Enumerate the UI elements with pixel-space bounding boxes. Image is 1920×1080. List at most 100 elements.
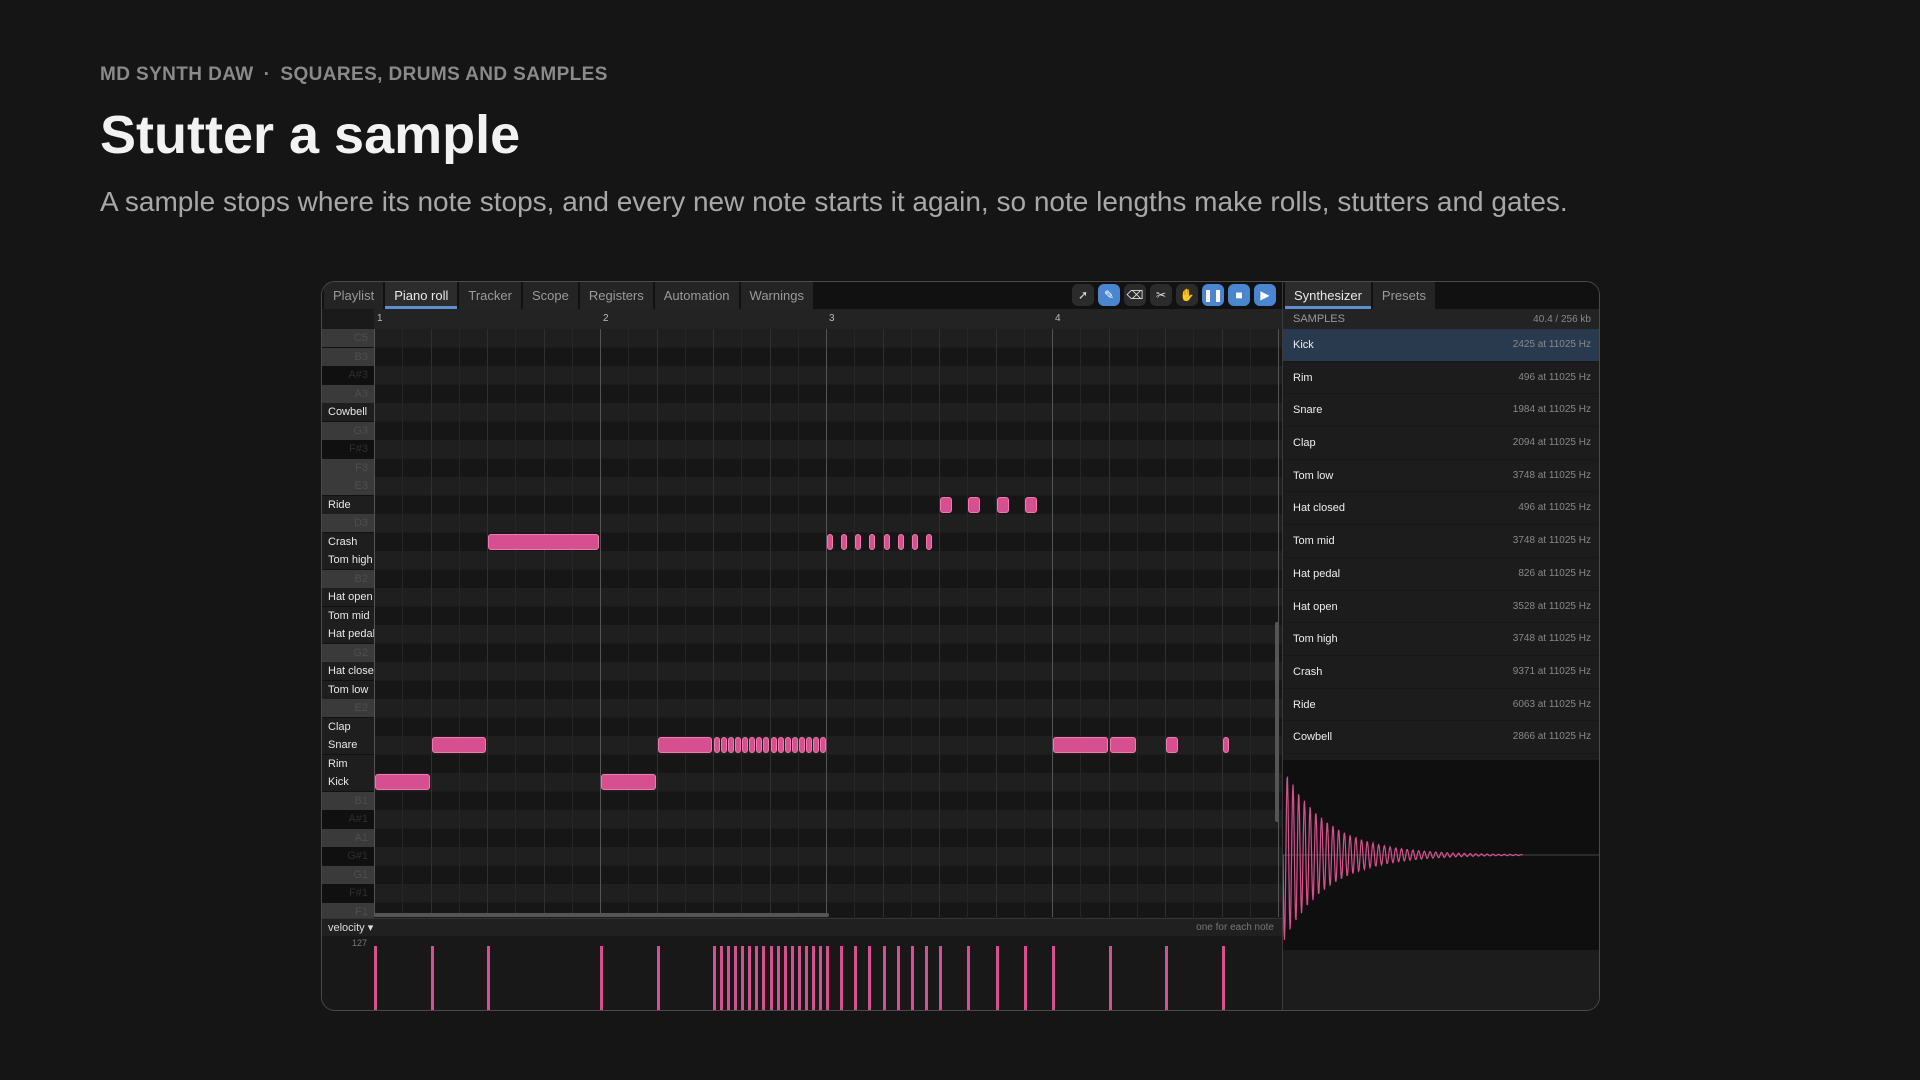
note[interactable]	[770, 737, 777, 753]
note[interactable]	[601, 774, 656, 790]
pencil-icon[interactable]: ✎	[1098, 284, 1120, 306]
note[interactable]	[721, 737, 728, 753]
piano-key[interactable]: E2	[322, 699, 374, 717]
key-tom-low[interactable]: Tom low	[322, 680, 374, 699]
key-snare[interactable]: Snare	[322, 736, 374, 754]
velocity-bar[interactable]	[600, 946, 603, 1010]
play-icon[interactable]: ▶	[1254, 284, 1276, 306]
key-crash[interactable]: Crash	[322, 532, 374, 551]
piano-key[interactable]: B3	[322, 347, 374, 366]
cut-icon[interactable]: ✂	[1150, 284, 1172, 306]
note[interactable]	[777, 737, 784, 753]
velocity-bar[interactable]	[797, 946, 801, 1010]
sample-row-hat-pedal[interactable]: Hat pedal 826 at 11025 Hz	[1283, 558, 1599, 591]
velocity-bar[interactable]	[790, 946, 794, 1010]
velocity-bar[interactable]	[769, 946, 773, 1010]
sample-row-clap[interactable]: Clap 2094 at 11025 Hz	[1283, 427, 1599, 460]
velocity-bar[interactable]	[1052, 946, 1055, 1010]
key-tom-high[interactable]: Tom high	[322, 551, 374, 569]
velocity-bar[interactable]	[776, 946, 780, 1010]
tab-piano-roll[interactable]: Piano roll	[385, 282, 458, 309]
sample-row-snare[interactable]: Snare 1984 at 11025 Hz	[1283, 394, 1599, 428]
piano-key[interactable]: A1	[322, 828, 374, 847]
piano-key[interactable]: D3	[322, 514, 374, 532]
tab-registers[interactable]: Registers	[579, 282, 653, 309]
note[interactable]	[728, 737, 735, 753]
velocity-bar[interactable]	[995, 946, 999, 1010]
velocity-bar[interactable]	[924, 946, 928, 1010]
note[interactable]	[883, 533, 890, 550]
note[interactable]	[375, 774, 430, 790]
velocity-bar[interactable]	[967, 946, 971, 1010]
horizontal-scrollbar[interactable]	[374, 913, 829, 917]
eraser-icon[interactable]: ⌫	[1124, 284, 1146, 306]
note[interactable]	[488, 533, 599, 550]
note[interactable]	[791, 737, 798, 753]
sample-row-tom-high[interactable]: Tom high 3748 at 11025 Hz	[1283, 623, 1599, 656]
cursor-icon[interactable]: ➚	[1072, 284, 1094, 306]
key-kick[interactable]: Kick	[322, 773, 374, 791]
note[interactable]	[742, 737, 749, 753]
velocity-bar[interactable]	[755, 946, 759, 1010]
piano-key[interactable]: G2	[322, 643, 374, 662]
note[interactable]	[805, 737, 812, 753]
key-rim[interactable]: Rim	[322, 754, 374, 773]
velocity-bar[interactable]	[713, 946, 716, 1010]
velocity-bar[interactable]	[854, 946, 858, 1010]
velocity-bar[interactable]	[1165, 946, 1168, 1010]
note[interactable]	[1109, 737, 1136, 753]
side-tab-presets[interactable]: Presets	[1372, 282, 1435, 309]
key-cowbell[interactable]: Cowbell	[322, 403, 374, 421]
key-tom-mid[interactable]: Tom mid	[322, 606, 374, 625]
note[interactable]	[735, 737, 742, 753]
note[interactable]	[749, 737, 756, 753]
note-grid[interactable]	[374, 329, 1282, 917]
piano-key[interactable]: F3	[322, 458, 374, 477]
tab-warnings[interactable]: Warnings	[740, 282, 813, 309]
stop-icon[interactable]: ■	[1228, 284, 1250, 306]
velocity-bar[interactable]	[656, 946, 660, 1010]
key-hat-closed[interactable]: Hat closed	[322, 662, 374, 680]
note[interactable]	[784, 737, 791, 753]
sample-row-tom-mid[interactable]: Tom mid 3748 at 11025 Hz	[1283, 525, 1599, 558]
velocity-lane[interactable]: 127	[322, 936, 1282, 1010]
sample-row-cowbell[interactable]: Cowbell 2866 at 11025 Hz	[1283, 721, 1599, 754]
note[interactable]	[431, 737, 486, 753]
velocity-bar[interactable]	[939, 946, 942, 1010]
tab-automation[interactable]: Automation	[654, 282, 739, 309]
note[interactable]	[1222, 737, 1229, 753]
sample-row-tom-low[interactable]: Tom low 3748 at 11025 Hz	[1283, 460, 1599, 493]
piano-key[interactable]: C5	[322, 329, 374, 347]
note[interactable]	[819, 737, 826, 753]
velocity-bar[interactable]	[1023, 946, 1027, 1010]
piano-key[interactable]: E3	[322, 477, 374, 495]
velocity-bar[interactable]	[811, 946, 815, 1010]
velocity-bar[interactable]	[910, 946, 914, 1010]
piano-key[interactable]: G1	[322, 865, 374, 884]
note[interactable]	[940, 496, 953, 513]
piano-key[interactable]: G3	[322, 421, 374, 440]
sample-row-hat-open[interactable]: Hat open 3528 at 11025 Hz	[1283, 591, 1599, 624]
note[interactable]	[855, 533, 862, 550]
key-hat-open[interactable]: Hat open	[322, 588, 374, 606]
note[interactable]	[897, 533, 904, 550]
vertical-scrollbar[interactable]	[1275, 622, 1279, 822]
sample-row-hat-closed[interactable]: Hat closed 496 at 11025 Hz	[1283, 492, 1599, 526]
note[interactable]	[1053, 737, 1108, 753]
velocity-bar[interactable]	[896, 946, 900, 1010]
piano-key[interactable]: A#3	[322, 366, 374, 384]
note[interactable]	[968, 496, 981, 513]
note[interactable]	[827, 533, 833, 550]
note[interactable]	[869, 533, 876, 550]
piano-key[interactable]: F#3	[322, 440, 374, 458]
velocity-bar[interactable]	[840, 946, 844, 1010]
key-ride[interactable]: Ride	[322, 495, 374, 514]
velocity-bar[interactable]	[868, 946, 872, 1010]
piano-key[interactable]: F#1	[322, 884, 374, 902]
velocity-bar[interactable]	[1108, 946, 1112, 1010]
timeline-ruler[interactable]: 1 2 3 4	[374, 309, 1282, 329]
note[interactable]	[841, 533, 848, 550]
note[interactable]	[798, 737, 805, 753]
sample-row-crash[interactable]: Crash 9371 at 11025 Hz	[1283, 656, 1599, 689]
velocity-bar[interactable]	[741, 946, 745, 1010]
